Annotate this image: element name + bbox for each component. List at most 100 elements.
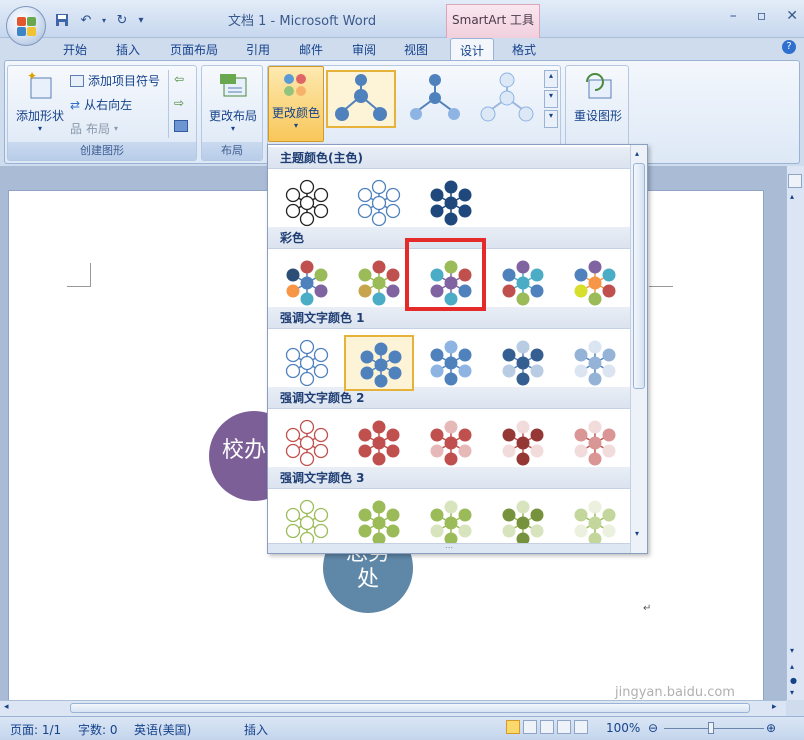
promote-icon[interactable]: ⇦ <box>174 72 184 86</box>
scroll-up-icon[interactable]: ▴ <box>635 149 639 158</box>
tab-review[interactable]: 审阅 <box>346 38 382 60</box>
redo-icon[interactable]: ↻ <box>112 10 132 30</box>
tab-page-layout[interactable]: 页面布局 <box>160 38 228 60</box>
diagram-node <box>358 524 372 538</box>
zoom-out-icon[interactable]: ⊖ <box>648 721 658 735</box>
scroll-left-icon[interactable]: ◂ <box>4 702 9 712</box>
next-page-icon[interactable]: ▾ <box>790 688 794 697</box>
color-scheme-thumbnail[interactable] <box>416 335 486 391</box>
scroll-thumb[interactable] <box>70 703 750 713</box>
color-scheme-thumbnail[interactable] <box>416 175 486 231</box>
tab-home[interactable]: 开始 <box>54 38 96 60</box>
diagram-node <box>588 420 602 434</box>
gallery-scrollbar[interactable]: ▴ ▾ <box>630 145 647 553</box>
add-bullet-button[interactable]: 添加项目符号 <box>70 72 160 89</box>
reset-graphic-button[interactable]: 重设图形 <box>568 70 628 124</box>
zoom-slider-thumb[interactable] <box>708 722 714 734</box>
scroll-down-icon[interactable]: ▾ <box>790 646 794 655</box>
style-thumb-selected[interactable] <box>326 70 396 128</box>
color-scheme-thumbnail[interactable] <box>560 335 630 391</box>
help-icon[interactable]: ? <box>782 40 796 54</box>
color-scheme-thumbnail[interactable] <box>272 255 342 311</box>
color-scheme-thumbnail[interactable] <box>344 415 414 471</box>
color-scheme-thumbnail[interactable] <box>488 415 558 471</box>
diagram-node <box>444 500 458 514</box>
full-screen-icon[interactable] <box>523 720 537 734</box>
scroll-right-icon[interactable]: ▸ <box>772 702 777 712</box>
layout-label: 布局 <box>86 122 111 136</box>
color-scheme-thumbnail[interactable] <box>272 175 342 231</box>
demote-icon[interactable]: ⇨ <box>174 96 184 110</box>
scroll-up-icon[interactable]: ▴ <box>790 192 794 201</box>
gallery-down-button[interactable]: ▾ <box>544 90 558 108</box>
previous-page-icon[interactable]: ▴ <box>790 662 794 671</box>
change-layout-button[interactable]: 更改布局 ▾ <box>204 70 262 133</box>
resize-grip[interactable]: ⋯ <box>268 543 630 553</box>
gallery-up-button[interactable]: ▴ <box>544 70 558 88</box>
tab-view[interactable]: 视图 <box>398 38 434 60</box>
web-layout-icon[interactable] <box>540 720 554 734</box>
tab-mailings[interactable]: 邮件 <box>292 38 330 60</box>
minimize-button[interactable]: – <box>730 8 737 24</box>
vertical-scrollbar[interactable]: ▴ ▾ ▴ ● ▾ <box>786 166 804 700</box>
view-buttons <box>506 720 588 734</box>
color-scheme-thumbnail[interactable] <box>560 255 630 311</box>
maximize-button[interactable]: ▫ <box>757 8 767 24</box>
language-indicator[interactable]: 英语(美国) <box>134 721 191 738</box>
save-icon[interactable] <box>52 10 72 30</box>
style-thumb[interactable] <box>402 72 468 126</box>
color-scheme-thumbnail[interactable] <box>488 255 558 311</box>
diagram-node <box>286 284 300 298</box>
change-colors-button[interactable]: 更改颜色 ▾ <box>268 66 324 142</box>
color-scheme-thumbnail[interactable] <box>344 335 414 391</box>
change-colors-label: 更改颜色 <box>271 106 320 120</box>
horizontal-scrollbar[interactable]: ◂ ▸ <box>0 700 786 716</box>
diagram-node <box>430 428 444 442</box>
color-scheme-thumbnail[interactable] <box>488 335 558 391</box>
diagram-node <box>588 452 602 466</box>
undo-icon[interactable]: ↶ <box>76 10 96 30</box>
ruler-toggle-icon[interactable] <box>788 174 802 188</box>
tab-insert[interactable]: 插入 <box>108 38 148 60</box>
color-scheme-thumbnail[interactable] <box>272 415 342 471</box>
page-count[interactable]: 页面: 1/1 <box>10 721 61 738</box>
right-to-left-button[interactable]: ⇄ 从右向左 <box>70 96 132 113</box>
cycle-diagram-icon <box>430 180 472 226</box>
cycle-diagram-icon <box>502 340 544 386</box>
color-scheme-thumbnail[interactable] <box>272 335 342 391</box>
print-layout-icon[interactable] <box>506 720 520 734</box>
color-scheme-thumbnail[interactable] <box>344 255 414 311</box>
zoom-in-icon[interactable]: ⊕ <box>766 721 776 735</box>
diagram-node <box>430 188 444 202</box>
diagram-node <box>530 508 544 522</box>
browse-object-icon[interactable]: ● <box>790 676 797 685</box>
zoom-slider[interactable] <box>664 728 764 729</box>
diagram-node <box>502 364 516 378</box>
close-button[interactable]: ✕ <box>786 8 798 24</box>
tab-format[interactable]: 格式 <box>504 38 544 60</box>
diagram-node <box>574 268 588 282</box>
insert-mode[interactable]: 插入 <box>244 721 268 738</box>
scroll-down-icon[interactable]: ▾ <box>635 529 639 538</box>
gallery-more-button[interactable]: ▾ <box>544 110 558 128</box>
gallery-scroll-thumb[interactable] <box>633 163 645 389</box>
zoom-level[interactable]: 100% <box>606 721 640 735</box>
customize-qat-icon[interactable]: ▾ <box>136 10 146 30</box>
chevron-down-icon[interactable]: ▾ <box>100 10 108 30</box>
tab-design[interactable]: 设计 <box>450 38 494 60</box>
word-count[interactable]: 字数: 0 <box>78 721 118 738</box>
tab-references[interactable]: 引用 <box>240 38 276 60</box>
diagram-node <box>574 364 588 378</box>
color-scheme-thumbnail[interactable] <box>344 175 414 231</box>
office-button[interactable] <box>6 6 46 46</box>
color-scheme-thumbnail[interactable] <box>560 415 630 471</box>
diagram-node <box>502 428 516 442</box>
layout-button[interactable]: 品 布局 ▾ <box>70 120 118 137</box>
outline-icon[interactable] <box>557 720 571 734</box>
color-scheme-thumbnail[interactable] <box>416 415 486 471</box>
draft-icon[interactable] <box>574 720 588 734</box>
text-pane-icon[interactable] <box>174 120 188 132</box>
style-thumb[interactable] <box>474 72 540 126</box>
diagram-node <box>299 211 315 227</box>
add-shape-button[interactable]: ✦ 添加形状 ▾ <box>12 69 68 133</box>
